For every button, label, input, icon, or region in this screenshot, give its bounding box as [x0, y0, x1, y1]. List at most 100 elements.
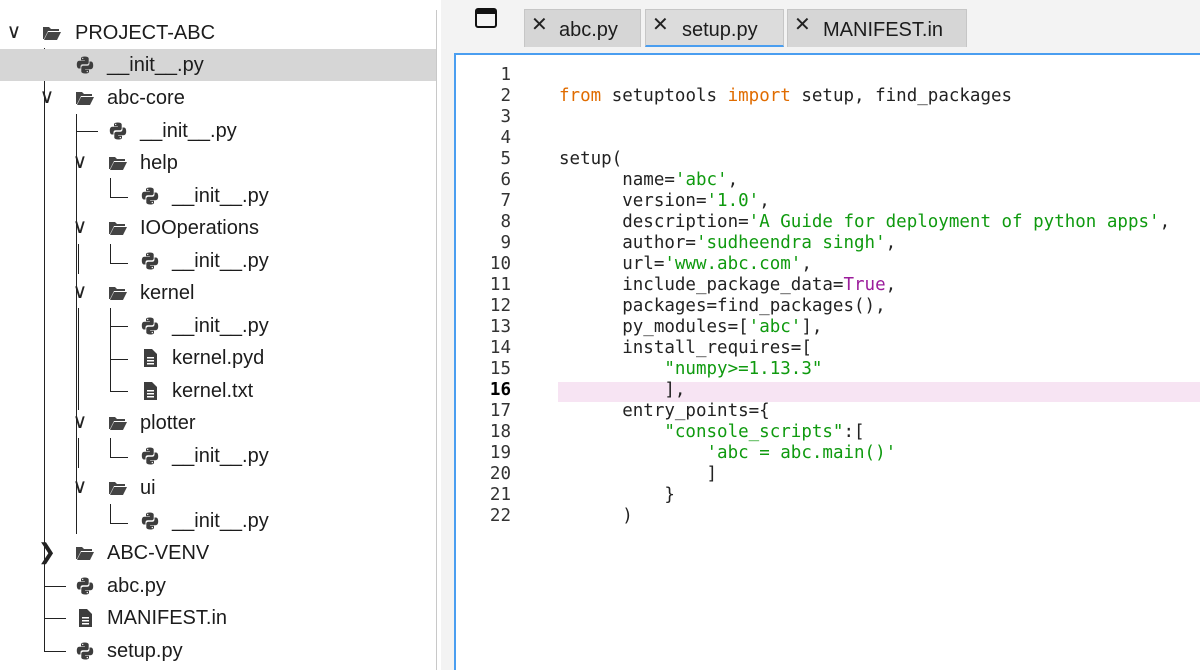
code-text: name=: [559, 170, 675, 190]
folder-open-icon: [75, 88, 95, 108]
code-line: packages=find_packages(),: [559, 296, 886, 316]
code-text: ,: [885, 233, 897, 253]
code-text: description=: [559, 212, 749, 232]
tree-item-root-init[interactable]: __init__.py: [0, 49, 436, 81]
folder-open-icon: [108, 283, 128, 303]
tree-item-ui[interactable]: ∨ ui: [0, 472, 436, 504]
code-string: '1.0': [706, 191, 760, 211]
code-string: "numpy>=1.13.3": [664, 359, 823, 379]
chevron-down-icon[interactable]: ∨: [4, 21, 24, 43]
code-text: setuptools: [601, 86, 728, 106]
tree-item-label: PROJECT-ABC: [75, 22, 216, 44]
tree-item-abc-core[interactable]: ∨ abc-core: [0, 82, 436, 114]
tree-item-help[interactable]: ∨ help: [0, 147, 436, 179]
tree-item-label: __init__.py: [172, 510, 269, 532]
tree-item-abc-venv[interactable]: ❯ ABC-VENV: [0, 537, 436, 569]
split-layout-icon[interactable]: [474, 7, 498, 29]
code-line: url='www.abc.com',: [559, 254, 812, 275]
code-string: 'abc': [674, 170, 728, 190]
line-number: 3: [500, 107, 511, 127]
code-line: 'abc = abc.main()': [559, 443, 897, 464]
folder-open-icon: [108, 218, 128, 238]
chevron-down-icon[interactable]: ∨: [70, 151, 90, 173]
line-number: 12: [489, 296, 511, 316]
line-number: 11: [489, 275, 511, 295]
code-line: from setuptools import setup, find_packa…: [559, 86, 1012, 107]
file-tree: ∨ PROJECT-ABC __init__.py ∨ abc-core __i…: [0, 0, 436, 670]
line-number: 19: [489, 443, 511, 463]
close-icon[interactable]: ✕: [531, 14, 548, 36]
chevron-down-icon[interactable]: ∨: [70, 476, 90, 498]
folder-open-icon: [108, 153, 128, 173]
line-number: 21: [489, 485, 511, 505]
tree-item-kernel-txt[interactable]: kernel.txt: [0, 375, 436, 407]
chevron-down-icon[interactable]: ∨: [70, 281, 90, 303]
line-number: 7: [500, 191, 511, 211]
tree-item-plotter[interactable]: ∨ plotter: [0, 407, 436, 439]
code-line: name='abc',: [559, 170, 738, 191]
code-keyword: from: [559, 86, 602, 106]
tree-item-help-init[interactable]: __init__.py: [0, 180, 436, 212]
code-text: setup, find_packages: [790, 86, 1013, 106]
code-line: setup(: [559, 149, 623, 169]
code-text: ,: [801, 254, 812, 274]
tab-manifest-in[interactable]: ✕ MANIFEST.in: [787, 9, 967, 47]
code-line: author='sudheendra singh',: [559, 233, 896, 254]
line-number: 9: [500, 233, 511, 253]
line-number: 2: [500, 86, 511, 106]
line-number: 6: [500, 170, 511, 190]
tree-item-manifest[interactable]: MANIFEST.in: [0, 602, 436, 634]
chevron-down-icon[interactable]: ∨: [37, 86, 57, 108]
folder-open-icon: [42, 23, 62, 43]
code-line: "numpy>=1.13.3": [559, 359, 822, 380]
line-number: 8: [500, 212, 511, 232]
tree-item-label: help: [140, 152, 178, 174]
python-file-icon: [140, 446, 160, 466]
close-icon[interactable]: ✕: [652, 14, 669, 36]
tab-setup-py[interactable]: ✕ setup.py: [645, 9, 784, 47]
tree-item-label: ABC-VENV: [107, 542, 210, 564]
code-line: ]: [559, 464, 718, 484]
tree-item-kernel-init[interactable]: __init__.py: [0, 310, 436, 342]
tree-item-kernel[interactable]: ∨ kernel: [0, 277, 436, 309]
code-editor[interactable]: 1 2 3 4 5 6 7 8 9 10 11 12 13 14 15 16 1…: [454, 53, 1200, 670]
tree-item-label: plotter: [140, 412, 196, 434]
tree-item-ui-init[interactable]: __init__.py: [0, 505, 436, 537]
tree-item-iooperations-init[interactable]: __init__.py: [0, 245, 436, 277]
tree-item-plotter-init[interactable]: __init__.py: [0, 440, 436, 472]
python-file-icon: [140, 186, 160, 206]
tree-item-abc-core-init[interactable]: __init__.py: [0, 115, 436, 147]
tree-item-label: __init__.py: [172, 250, 269, 272]
code-text: ,: [1159, 212, 1171, 232]
close-icon[interactable]: ✕: [794, 14, 811, 36]
tree-item-abc-py[interactable]: abc.py: [0, 570, 436, 602]
sidebar-border: [436, 10, 437, 670]
chevron-down-icon[interactable]: ∨: [70, 411, 90, 433]
tree-item-label: setup.py: [107, 640, 183, 662]
python-file-icon: [140, 511, 160, 531]
tree-item-label: kernel.pyd: [172, 347, 265, 369]
chevron-down-icon[interactable]: ∨: [70, 216, 90, 238]
code-text: py_modules=[: [559, 317, 749, 337]
tree-item-kernel-pyd[interactable]: kernel.pyd: [0, 342, 436, 374]
code-line: version='1.0',: [559, 191, 770, 212]
chevron-right-icon[interactable]: ❯: [37, 541, 57, 563]
tree-item-iooperations[interactable]: ∨ IOOperations: [0, 212, 436, 244]
code-boolean: True: [843, 275, 886, 295]
tab-abc-py[interactable]: ✕ abc.py: [524, 9, 641, 47]
code-line: py_modules=['abc'],: [559, 317, 822, 338]
code-string: 'abc = abc.main()': [706, 443, 897, 463]
tree-item-project-abc[interactable]: ∨ PROJECT-ABC: [0, 17, 436, 49]
document-file-icon: [140, 381, 160, 401]
code-keyword: import: [727, 86, 791, 106]
line-number: 13: [489, 317, 511, 337]
tree-item-label: __init__.py: [172, 445, 269, 467]
code-line: entry_points={: [559, 401, 770, 421]
code-string: 'www.abc.com': [664, 254, 802, 274]
line-number: 5: [500, 149, 511, 169]
code-text: :[: [843, 422, 865, 442]
tree-item-setup-py[interactable]: setup.py: [0, 635, 436, 667]
